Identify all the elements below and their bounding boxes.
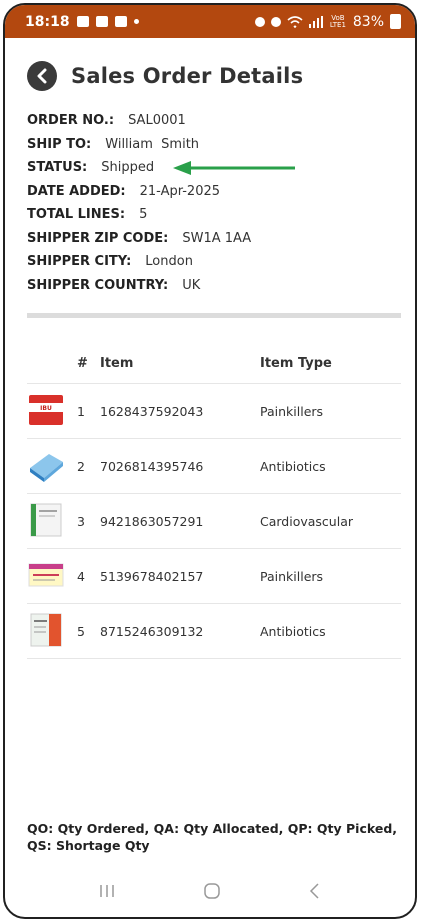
header-item: Item [100, 355, 134, 371]
header-type: Item Type [260, 355, 332, 371]
chevron-left-icon [37, 68, 47, 84]
ship-to-value: William Smith [105, 136, 200, 152]
city-value: London [145, 254, 193, 270]
page-header: Sales Order Details [27, 61, 303, 91]
row-type: Cardiovascular [260, 513, 353, 529]
section-divider [27, 313, 401, 318]
items-table: # Item Item Type IBU 1 1628437592043 Pai… [27, 343, 401, 659]
zip-row: SHIPPER ZIP CODE: SW1A 1AA [27, 227, 251, 251]
row-num: 2 [77, 458, 85, 474]
date-added-row: DATE ADDED: 21-Apr-2025 [27, 180, 251, 204]
total-lines-row: TOTAL LINES: 5 [27, 203, 251, 227]
phone-frame: 18:18 VoB LTE1 83% Sales Order Details O… [3, 3, 417, 919]
row-type: Antibiotics [260, 458, 326, 474]
row-num: 3 [77, 513, 85, 529]
product-image-icon: IBU [29, 394, 63, 425]
order-no-row: ORDER NO.: SAL0001 [27, 109, 251, 133]
ship-to-row: SHIP TO: William Smith [27, 133, 251, 157]
back-nav-icon[interactable] [308, 882, 322, 900]
qty-legend: QO: Qty Ordered, QA: Qty Allocated, QP: … [27, 821, 398, 853]
svg-text:IBU: IBU [40, 405, 52, 412]
country-row: SHIPPER COUNTRY: UK [27, 274, 251, 298]
product-image-icon [30, 503, 62, 536]
signal-icon [308, 15, 323, 28]
date-added-label: DATE ADDED: [27, 183, 126, 199]
teams-icon [114, 16, 127, 27]
clock: 18:18 [25, 13, 70, 30]
status-bar: 18:18 VoB LTE1 83% [5, 5, 415, 38]
date-added-value: 21-Apr-2025 [139, 183, 221, 199]
table-row[interactable]: 5 8715246309132 Antibiotics [27, 604, 401, 659]
row-num: 5 [77, 623, 85, 639]
total-lines-value: 5 [139, 207, 148, 223]
recent-apps-icon[interactable] [98, 883, 116, 899]
row-item: 7026814395746 [100, 458, 204, 474]
status-value: Shipped [101, 160, 155, 176]
product-image-icon [30, 613, 62, 646]
table-row[interactable]: 2 7026814395746 Antibiotics [27, 439, 401, 494]
back-button[interactable] [27, 61, 57, 91]
battery-percent: 83% [352, 13, 384, 30]
battery-icon [390, 14, 401, 29]
ship-to-label: SHIP TO: [27, 136, 92, 152]
lock-icon [254, 16, 265, 27]
notification-dot-icon [133, 19, 139, 24]
home-icon[interactable] [203, 882, 221, 900]
system-nav-bar [5, 865, 415, 917]
gallery-icon [76, 16, 89, 27]
order-info: ORDER NO.: SAL0001 SHIP TO: William Smith … [27, 109, 251, 297]
order-no-label: ORDER NO.: [27, 113, 115, 129]
country-value: UK [182, 277, 201, 293]
page-title: Sales Order Details [71, 64, 304, 88]
header-num: # [77, 355, 88, 371]
table-row[interactable]: IBU 1 1628437592043 Painkillers [27, 384, 401, 439]
city-row: SHIPPER CITY: London [27, 250, 251, 274]
wifi-icon [287, 15, 303, 28]
table-row[interactable]: 3 9421863057291 Cardiovascular [27, 494, 401, 549]
row-item: 5139678402157 [100, 568, 204, 584]
alarm-icon [270, 16, 281, 27]
order-no-value: SAL0001 [128, 113, 186, 129]
green-arrow-annotation [173, 161, 295, 175]
row-type: Antibiotics [260, 623, 326, 639]
row-item: 8715246309132 [100, 623, 204, 639]
total-lines-label: TOTAL LINES: [27, 207, 126, 223]
outlook-icon [95, 16, 108, 27]
row-type: Painkillers [260, 568, 324, 584]
status-label: STATUS: [27, 160, 88, 176]
row-item: 1628437592043 [100, 403, 204, 419]
zip-value: SW1A 1AA [182, 230, 252, 246]
row-item: 9421863057291 [100, 513, 204, 529]
city-label: SHIPPER CITY: [27, 254, 132, 270]
table-header: # Item Item Type [27, 343, 401, 384]
product-image-icon [28, 563, 64, 586]
row-type: Painkillers [260, 403, 324, 419]
zip-label: SHIPPER ZIP CODE: [27, 230, 169, 246]
table-row[interactable]: 4 5139678402157 Painkillers [27, 549, 401, 604]
network-type: VoB LTE1 [329, 13, 346, 29]
row-num: 4 [77, 568, 85, 584]
product-image-icon [30, 453, 63, 482]
row-num: 1 [77, 403, 85, 419]
country-label: SHIPPER COUNTRY: [27, 277, 169, 293]
